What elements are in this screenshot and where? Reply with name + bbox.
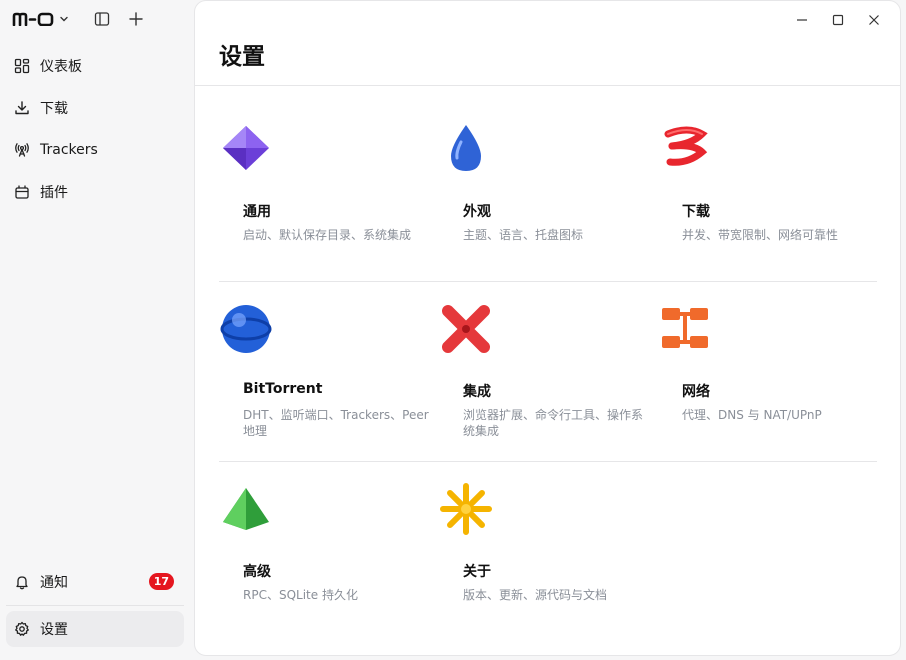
- sidebar-item-label: 下载: [40, 101, 68, 117]
- card-title: 高级: [243, 564, 271, 580]
- sidebar-item-label: Trackers: [40, 142, 98, 158]
- settings-card-network[interactable]: 网络 代理、DNS 与 NAT/UPnP: [658, 266, 863, 436]
- gear-icon: [14, 621, 30, 637]
- card-description: 主题、语言、托盘图标: [463, 228, 584, 242]
- window-controls: [784, 9, 892, 31]
- card-title: 集成: [463, 384, 491, 400]
- card-title: 下载: [682, 204, 710, 220]
- settings-card-advanced[interactable]: 高级 RPC、SQLite 持久化: [219, 446, 424, 616]
- plugin-icon: [14, 184, 30, 200]
- dashboard-icon: [14, 58, 30, 74]
- minimize-button[interactable]: [784, 9, 820, 31]
- purple-gem-icon: [223, 126, 269, 170]
- add-icon[interactable]: [127, 10, 145, 28]
- sidebar-toggle-icon[interactable]: [93, 10, 111, 28]
- red-coil-icon: [664, 126, 708, 166]
- sidebar-item-settings[interactable]: 设置: [6, 611, 184, 647]
- close-button[interactable]: [856, 9, 892, 31]
- sidebar-item-notifications[interactable]: 通知 17: [6, 564, 184, 600]
- download-icon: [14, 100, 30, 116]
- sidebar-item-label: 通知: [40, 575, 68, 591]
- settings-panel: 设置 通用 启动、默认保存目录、系统集成 外观 主题、语言、托盘图标 下载 并发…: [194, 0, 901, 656]
- card-description: 代理、DNS 与 NAT/UPnP: [682, 408, 822, 422]
- orange-network-icon: [662, 308, 708, 348]
- card-description: 启动、默认保存目录、系统集成: [243, 228, 412, 242]
- sidebar-item-trackers[interactable]: Trackers: [6, 132, 184, 168]
- blue-drop-icon: [451, 125, 481, 171]
- antenna-icon: [14, 142, 30, 158]
- card-description: RPC、SQLite 持久化: [243, 588, 358, 602]
- blue-sphere-icon: [220, 305, 272, 353]
- sidebar-item-dashboard[interactable]: 仪表板: [6, 48, 184, 84]
- page-title: 设置: [219, 44, 265, 70]
- settings-card-general[interactable]: 通用 启动、默认保存目录、系统集成: [219, 86, 424, 256]
- card-title: 网络: [682, 384, 710, 400]
- sidebar-item-label: 仪表板: [40, 59, 82, 75]
- sidebar-topbar: [12, 8, 182, 30]
- sidebar-divider: [6, 605, 184, 606]
- bell-icon: [14, 574, 30, 590]
- card-description: DHT、监听端口、Trackers、Peer 地理: [243, 408, 429, 438]
- close-icon: [869, 15, 879, 25]
- sidebar-item-label: 设置: [40, 622, 68, 638]
- app-logo: [12, 12, 54, 26]
- notification-count-badge: 17: [148, 573, 174, 590]
- settings-card-download[interactable]: 下载 并发、带宽限制、网络可靠性: [658, 86, 863, 256]
- settings-card-integration[interactable]: 集成 浏览器扩展、命令行工具、操作系统集成: [439, 266, 644, 438]
- yellow-star-icon: [440, 483, 492, 535]
- card-description: 浏览器扩展、命令行工具、操作系统集成: [463, 408, 644, 438]
- sidebar-item-label: 插件: [40, 185, 68, 201]
- settings-card-about[interactable]: 关于 版本、更新、源代码与文档: [439, 446, 644, 616]
- settings-card-appearance[interactable]: 外观 主题、语言、托盘图标: [439, 86, 644, 256]
- card-description: 版本、更新、源代码与文档: [463, 588, 608, 602]
- card-title: 通用: [243, 204, 271, 220]
- app-logo-menu[interactable]: [12, 8, 69, 30]
- maximize-button[interactable]: [820, 9, 856, 31]
- card-title: 关于: [463, 564, 491, 580]
- maximize-icon: [832, 14, 844, 26]
- card-description: 并发、带宽限制、网络可靠性: [682, 228, 839, 242]
- card-title: BitTorrent: [243, 381, 323, 397]
- sidebar: 仪表板 下载 Trackers 插件 通知 17 设置: [0, 0, 194, 660]
- green-pyramid-icon: [223, 488, 269, 530]
- minimize-icon: [797, 19, 807, 21]
- sidebar-item-plugins[interactable]: 插件: [6, 174, 184, 210]
- chevron-down-icon: [60, 16, 68, 22]
- settings-card-bittorrent[interactable]: BitTorrent DHT、监听端口、Trackers、Peer 地理: [219, 266, 429, 438]
- sidebar-item-downloads[interactable]: 下载: [6, 90, 184, 126]
- red-cross-icon: [442, 305, 490, 353]
- card-title: 外观: [463, 204, 491, 220]
